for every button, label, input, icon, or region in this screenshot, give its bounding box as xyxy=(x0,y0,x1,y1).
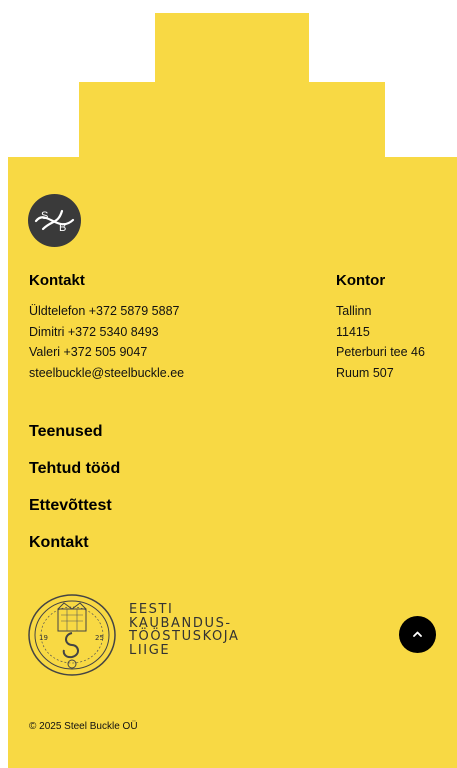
valeri-phone[interactable]: Valeri +372 505 9047 xyxy=(29,342,279,363)
nav-link-tehtud-tood[interactable]: Tehtud tööd xyxy=(29,459,229,496)
copyright-text: © 2025 Steel Buckle OÜ xyxy=(29,721,138,732)
contact-heading: Kontakt xyxy=(29,272,85,289)
office-address: Tallinn 11415 Peterburi tee 46 Ruum 507 xyxy=(336,301,456,383)
general-phone[interactable]: Üldtelefon +372 5879 5887 xyxy=(29,301,279,322)
email-link[interactable]: steelbuckle@steelbuckle.ee xyxy=(29,363,279,384)
office-city: Tallinn xyxy=(336,304,372,318)
chamber-membership-text: EESTI KAUBANDUS- TÖÖSTUSKOJA LIIGE xyxy=(129,603,240,657)
header-step-middle xyxy=(79,82,385,158)
nav-link-kontakt[interactable]: Kontakt xyxy=(29,533,229,570)
sb-logo-icon[interactable]: S B xyxy=(28,194,81,247)
nav-link-ettevottest[interactable]: Ettevõttest xyxy=(29,496,229,533)
chamber-seal-icon: 19 25 xyxy=(27,593,118,677)
footer-nav: Teenused Tehtud tööd Ettevõttest Kontakt xyxy=(29,422,229,570)
scroll-to-top-button[interactable] xyxy=(399,616,436,653)
seal-year-right: 25 xyxy=(95,634,104,642)
chevron-up-icon xyxy=(413,631,422,637)
nav-link-teenused[interactable]: Teenused xyxy=(29,422,229,459)
office-postcode: 11415 xyxy=(336,324,370,339)
office-heading: Kontor xyxy=(336,272,386,289)
seal-year-left: 19 xyxy=(39,634,48,642)
chamber-line-2: KAUBANDUS- xyxy=(129,615,232,631)
chamber-line-1: EESTI xyxy=(129,602,174,617)
chamber-line-3: TÖÖSTUSKOJA xyxy=(129,629,240,644)
header-step-top xyxy=(155,13,309,83)
logo-letter-b: B xyxy=(59,222,66,234)
dimitri-phone[interactable]: Dimitri +372 5340 8493 xyxy=(29,322,279,343)
logo-letter-s: S xyxy=(41,210,48,222)
chamber-line-4: LIIGE xyxy=(129,642,171,658)
contact-info: Üldtelefon +372 5879 5887 Dimitri +372 5… xyxy=(29,301,279,383)
office-room: Ruum 507 xyxy=(336,365,394,380)
office-street: Peterburi tee 46 xyxy=(336,345,425,359)
